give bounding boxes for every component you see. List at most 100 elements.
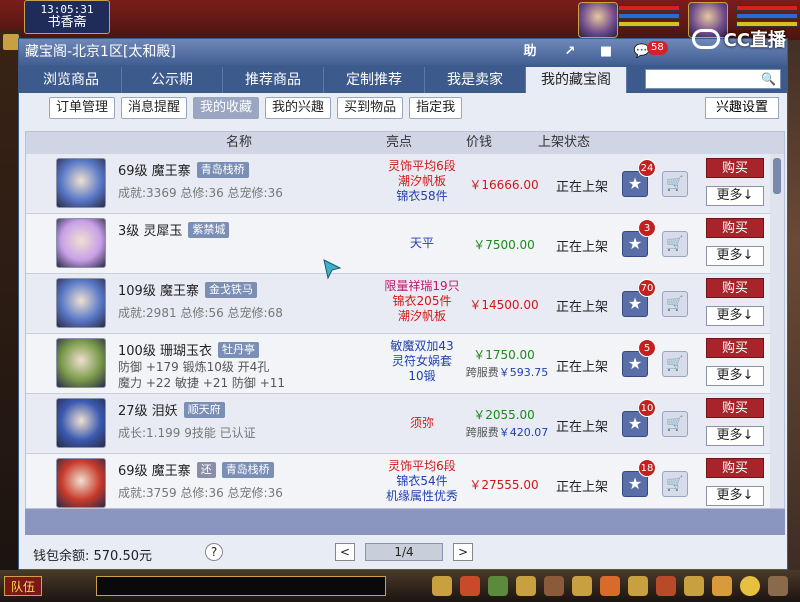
item-stats: 成就:3369 总修:36 总宠修:36 (118, 186, 283, 200)
highlight-text: 限量祥瑞19只 (384, 279, 460, 293)
tab-my-treasure[interactable]: 我的藏宝阁 (526, 67, 627, 93)
item-price: ￥7500.00 (473, 238, 535, 252)
cross-fee-value: ￥593.75 (498, 366, 549, 379)
item-price: ￥1750.00 (473, 348, 535, 362)
item-stats: 防御 +179 锻炼10级 开4孔 (118, 360, 270, 374)
system-icon[interactable] (572, 576, 592, 596)
pet-icon[interactable] (460, 576, 480, 596)
quest-icon[interactable] (3, 34, 19, 50)
table-row[interactable]: 69级 魔王寨 青岛栈桥 成就:3369 总修:36 总宠修:36 灵饰平均6段… (26, 154, 770, 214)
shop-icon[interactable] (544, 576, 564, 596)
listing-status: 正在上架 (556, 180, 609, 195)
tab-seller[interactable]: 我是卖家 (425, 67, 526, 93)
team-button[interactable]: 队伍 (4, 576, 42, 596)
tab-browse[interactable]: 浏览商品 (21, 67, 122, 93)
cart-icon[interactable]: 🛒 (662, 351, 688, 377)
scroll-thumb[interactable] (773, 158, 781, 194)
buy-button[interactable]: 购买 (706, 458, 764, 478)
table-row[interactable]: 100级 珊瑚玉衣 牡丹亭 防御 +179 锻炼10级 开4孔 魔力 +22 敏… (26, 334, 770, 394)
table-header: 名称 亮点 价钱 上架状态 (26, 132, 784, 154)
tab-recommend[interactable]: 推荐商品 (223, 67, 324, 93)
tab-publicity[interactable]: 公示期 (122, 67, 223, 93)
table-row[interactable]: 3级 灵犀玉 紫禁城 天平 ￥7500.00 正在上架 ★ 3 🛒 购买 更多↓ (26, 214, 770, 274)
skill-icon[interactable] (488, 576, 508, 596)
listing-status: 正在上架 (556, 240, 609, 255)
subtab-interests[interactable]: 我的兴趣 (265, 97, 332, 119)
table-row[interactable]: 109级 魔王寨 金戈铁马 成就:2981 总修:56 总宠修:68 限量祥瑞1… (26, 274, 770, 334)
tab-custom[interactable]: 定制推荐 (324, 67, 425, 93)
guild-icon[interactable] (656, 576, 676, 596)
subtab-orders[interactable]: 订单管理 (49, 97, 116, 119)
item-avatar[interactable] (56, 158, 106, 208)
listing-status: 正在上架 (556, 480, 609, 495)
server-tag: 紫禁城 (188, 221, 230, 238)
subtab-assigned[interactable]: 指定我 (409, 97, 463, 119)
main-tabs: 浏览商品 公示期 推荐商品 定制推荐 我是卖家 我的藏宝阁 🔍 (19, 65, 787, 93)
item-title: 27级 泪妖 顺天府 (118, 400, 225, 419)
header-price: 价钱 (465, 135, 492, 150)
chat-input[interactable] (96, 576, 386, 596)
gift-icon[interactable] (712, 576, 732, 596)
buy-button[interactable]: 购买 (706, 338, 764, 358)
prev-page-button[interactable]: < (335, 543, 355, 561)
favorite-count-badge: 70 (638, 279, 656, 297)
server-tag: 牡丹亭 (217, 341, 259, 358)
more-button[interactable]: 更多↓ (706, 246, 764, 266)
buy-button[interactable]: 购买 (706, 158, 764, 178)
cart-icon[interactable]: 🛒 (662, 291, 688, 317)
more-button[interactable]: 更多↓ (706, 426, 764, 446)
cross-fee-value: ￥420.07 (498, 426, 549, 439)
friends-icon[interactable] (628, 576, 648, 596)
header-status: 上架状态 (537, 135, 590, 150)
search-icon[interactable]: 🔍 (761, 72, 776, 86)
item-level-name: 3级 灵犀玉 (118, 224, 183, 239)
buy-button[interactable]: 购买 (706, 398, 764, 418)
buy-button[interactable]: 购买 (706, 218, 764, 238)
item-avatar[interactable] (56, 218, 106, 268)
item-price: ￥2055.00 (473, 408, 535, 422)
bag-icon[interactable] (432, 576, 452, 596)
buy-button[interactable]: 购买 (706, 278, 764, 298)
server-tag: 青岛栈桥 (196, 161, 249, 178)
share-icon[interactable]: ↗ (559, 42, 581, 62)
subtab-messages[interactable]: 消息提醒 (121, 97, 188, 119)
more-button[interactable]: 更多↓ (706, 186, 764, 206)
item-title: 3级 灵犀玉 紫禁城 (118, 220, 230, 239)
header-highlights: 亮点 (385, 135, 412, 150)
pagination: < 1/4 > (335, 543, 473, 561)
more-button[interactable]: 更多↓ (706, 486, 764, 506)
listing-status: 正在上架 (556, 360, 609, 375)
item-avatar[interactable] (56, 278, 106, 328)
more-button[interactable]: 更多↓ (706, 306, 764, 326)
menu-icon[interactable] (768, 576, 788, 596)
clock-panel: 13:05:31 书香斋 (24, 0, 110, 34)
table-row[interactable]: 27级 泪妖 顺天府 成长:1.199 9技能 已认证 须弥 ￥2055.00 … (26, 394, 770, 454)
item-avatar[interactable] (56, 458, 106, 508)
team-member-avatar[interactable] (578, 2, 618, 38)
table-scrollbar[interactable] (770, 154, 784, 508)
ranking-icon[interactable] (684, 576, 704, 596)
cart-icon[interactable]: 🛒 (662, 471, 688, 497)
help-icon[interactable]: 助 (519, 42, 541, 62)
bottom-bar: 钱包余额: 570.50元 ? < 1/4 > (19, 535, 789, 571)
item-stats-extra: 魔力 +22 敏捷 +21 防御 +11 (118, 376, 286, 390)
cart-icon[interactable]: 🛒 (662, 231, 688, 257)
subtab-favorites[interactable]: 我的收藏 (193, 97, 260, 119)
activity-icon[interactable] (600, 576, 620, 596)
item-avatar[interactable] (56, 398, 106, 448)
more-button[interactable]: 更多↓ (706, 366, 764, 386)
table-row[interactable]: 69级 魔王寨 还 青岛栈桥 成就:3759 总修:36 总宠修:36 灵饰平均… (26, 454, 770, 508)
item-avatar[interactable] (56, 338, 106, 388)
item-stats: 成就:2981 总修:56 总宠修:68 (118, 306, 283, 320)
cart-icon[interactable]: 🛒 (662, 411, 688, 437)
settings-icon[interactable]: ■ (595, 42, 617, 62)
next-page-button[interactable]: > (453, 543, 473, 561)
interest-settings-button[interactable]: 兴趣设置 (704, 97, 779, 119)
quest-book-icon[interactable] (516, 576, 536, 596)
cart-icon[interactable]: 🛒 (662, 171, 688, 197)
search-input[interactable]: 🔍 (645, 69, 781, 89)
subtab-bought[interactable]: 买到物品 (337, 97, 404, 119)
help-button[interactable]: ? (205, 543, 223, 561)
item-level-name: 100级 珊瑚玉衣 (118, 344, 212, 359)
emote-icon[interactable] (740, 576, 760, 596)
